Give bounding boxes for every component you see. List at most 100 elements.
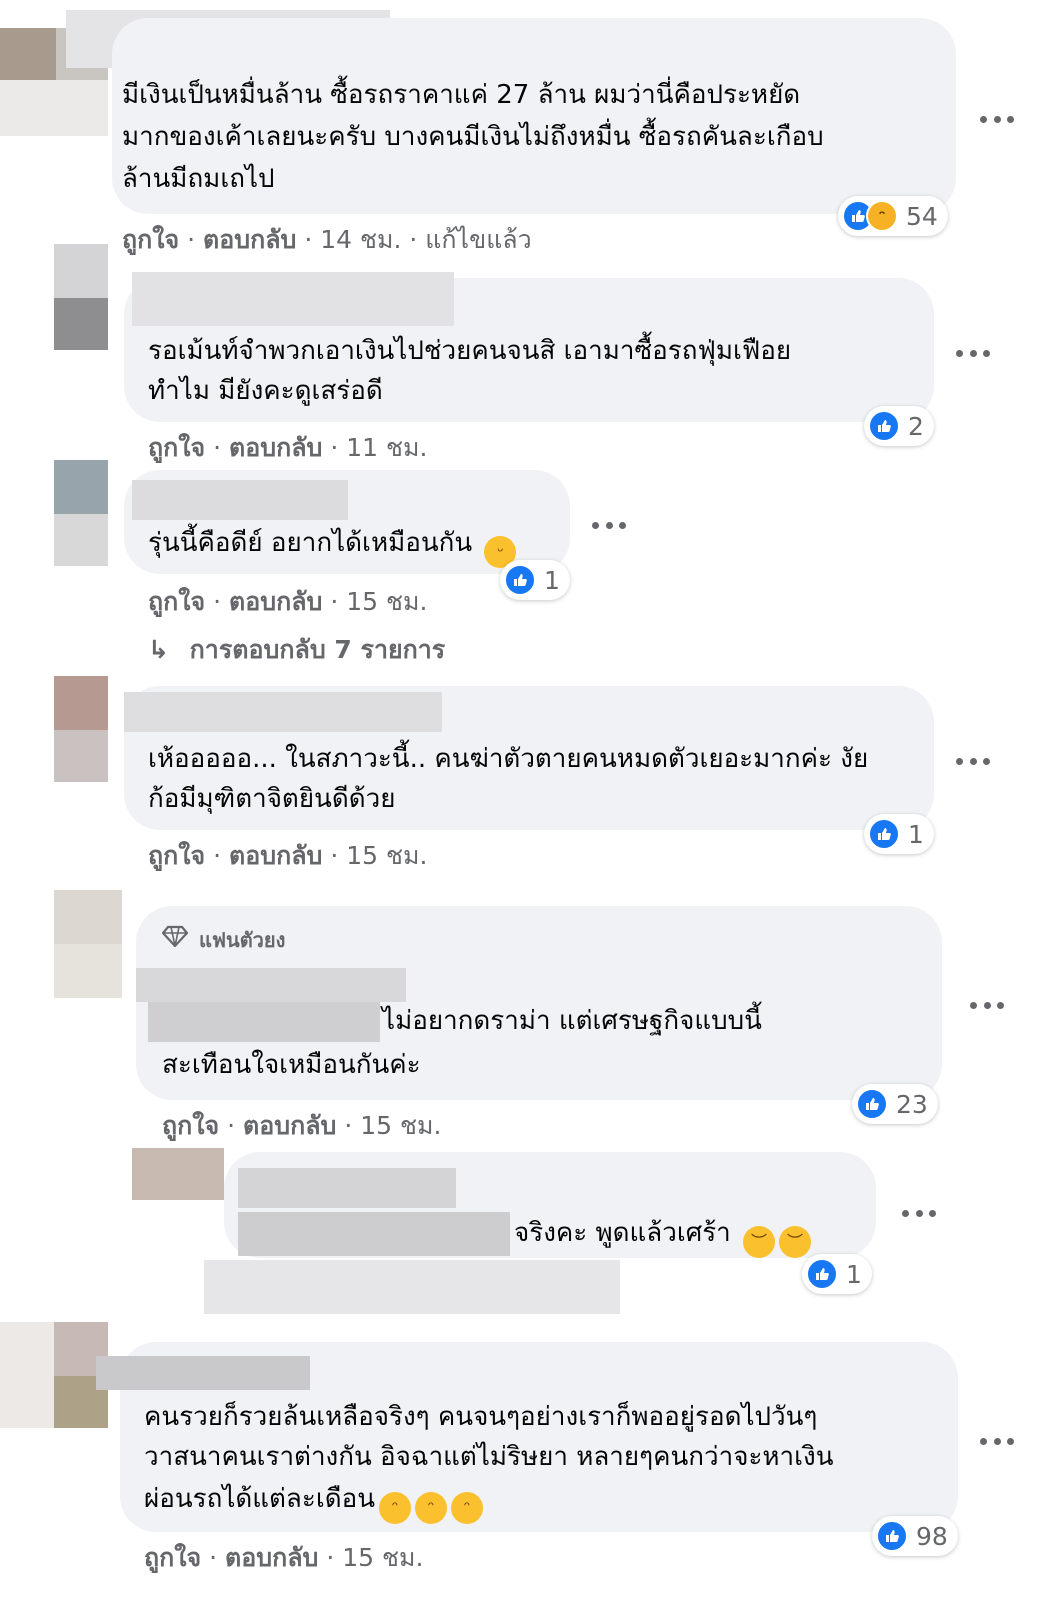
like-icon	[504, 564, 536, 596]
reaction-summary[interactable]: 2	[864, 406, 934, 446]
view-replies-link[interactable]: ↳ การตอบกลับ 7 รายการ	[148, 630, 445, 670]
comment-text: ทำไม มียังคะดูเสร่อดี	[148, 376, 383, 406]
comment-text: ไม่อยากดราม่า แต่เศรษฐกิจแบบนี้	[382, 1006, 762, 1036]
sad-emoji: ︶	[779, 1226, 812, 1258]
reply-link[interactable]: ตอบกลับ	[229, 433, 322, 462]
reaction-summary[interactable]: 98	[872, 1516, 958, 1556]
more-options-icon[interactable]	[902, 1208, 936, 1218]
comment-actions: ถูกใจ · ตอบกลับ · 15 ชม.	[148, 841, 428, 870]
reaction-summary[interactable]: 1	[864, 814, 934, 854]
reaction-summary[interactable]: 1	[802, 1254, 872, 1294]
commenter-name[interactable]	[132, 272, 454, 326]
reaction-count: 1	[846, 1259, 862, 1289]
like-icon	[876, 1520, 908, 1552]
avatar	[0, 1322, 54, 1428]
avatar[interactable]	[54, 676, 108, 730]
reaction-count: 23	[896, 1089, 928, 1119]
reaction-count: 1	[544, 565, 560, 595]
like-link[interactable]: ถูกใจ	[148, 587, 205, 616]
avatar[interactable]	[54, 890, 122, 944]
edited-label[interactable]: แก้ไขแล้ว	[425, 225, 531, 254]
commenter-name[interactable]	[124, 692, 442, 732]
avatar	[0, 80, 108, 136]
like-icon	[868, 410, 900, 442]
haha-icon: ᵔ	[866, 200, 898, 232]
reply-link[interactable]: ตอบกลับ	[225, 1543, 318, 1572]
like-link[interactable]: ถูกใจ	[162, 1111, 219, 1140]
more-options-icon[interactable]	[980, 114, 1014, 124]
blurred-text	[204, 1260, 620, 1314]
commenter-name[interactable]	[132, 480, 348, 520]
top-fan-badge[interactable]: แฟนตัวยง	[161, 924, 286, 956]
sweat-smile-emoji: ᵔ	[451, 1492, 483, 1524]
like-link[interactable]: ถูกใจ	[148, 841, 205, 870]
comment-text: ล้านมีถมเถไป	[122, 164, 275, 194]
comment-text-line: ผ่อนรถได้แต่ละเดือน	[144, 1484, 375, 1514]
like-icon	[868, 818, 900, 850]
comment-actions: ถูกใจ · ตอบกลับ · 15 ชม.	[144, 1543, 424, 1572]
avatar[interactable]	[54, 244, 108, 298]
comment-text-line: รุ่นนี้คือดีย์ อยากได้เหมือนกัน	[148, 528, 473, 558]
sad-emoji: ︶	[743, 1226, 776, 1258]
reaction-summary[interactable]: ᵔ 54	[838, 196, 948, 236]
more-options-icon[interactable]	[980, 1436, 1014, 1446]
comment-time[interactable]: 14 ชม.	[320, 225, 401, 254]
comment-actions: ถูกใจ · ตอบกลับ · 15 ชม.	[162, 1111, 442, 1140]
avatar[interactable]	[0, 28, 60, 80]
comment-text: มีเงินเป็นหมื่นล้าน ซื้อรถราคาแค่ 27 ล้า…	[122, 80, 801, 110]
commenter-name[interactable]	[148, 1002, 380, 1042]
more-options-icon[interactable]	[970, 1000, 1004, 1010]
reply-link[interactable]: ตอบกลับ	[229, 587, 322, 616]
reaction-count: 98	[916, 1521, 948, 1551]
avatar[interactable]	[54, 298, 108, 350]
comment-text: ก้อมีมุฑิตาจิตยินดีด้วย	[148, 784, 396, 814]
sweat-smile-emoji: ᵔ	[415, 1492, 447, 1524]
comment-text: วาสนาคนเราต่างกัน อิจฉาแต่ไม่ริษยา หลายๆ…	[144, 1442, 834, 1472]
avatar[interactable]	[54, 460, 108, 514]
more-options-icon[interactable]	[956, 756, 990, 766]
more-options-icon[interactable]	[956, 348, 990, 358]
avatar	[54, 730, 108, 782]
reaction-summary[interactable]: 23	[852, 1084, 938, 1124]
reaction-count: 1	[908, 819, 924, 849]
reaction-summary[interactable]: 1	[500, 560, 570, 600]
comment-text: รุ่นนี้คือดีย์ อยากได้เหมือนกัน ᵕ	[148, 522, 517, 568]
reply-link[interactable]: ตอบกลับ	[243, 1111, 336, 1140]
avatar[interactable]	[132, 1148, 224, 1200]
comment-actions: ถูกใจ · ตอบกลับ · 11 ชม.	[148, 433, 428, 462]
comment-time[interactable]: 15 ชม.	[346, 841, 427, 870]
diamond-icon	[161, 925, 189, 952]
comment-text: จริงคะ พูดแล้วเศร้า ︶ ︶	[514, 1212, 812, 1258]
reply-link[interactable]: ตอบกลับ	[229, 841, 322, 870]
commenter-name[interactable]	[136, 968, 406, 1002]
reply-arrow-icon: ↳	[148, 635, 169, 664]
reply-link[interactable]: ตอบกลับ	[203, 225, 296, 254]
reaction-count: 54	[906, 201, 938, 231]
like-icon	[806, 1258, 838, 1290]
reaction-count: 2	[908, 411, 924, 441]
comment-text: เห้อออออ... ในสภาวะนี้.. คนฆ่าตัวตายคนหม…	[148, 744, 869, 774]
comment-text: คนรวยก็รวยล้นเหลือจริงๆ คนจนๆอย่างเราก็พ…	[144, 1402, 818, 1432]
top-fan-label: แฟนตัวยง	[198, 928, 286, 952]
comment-time[interactable]: 15 ชม.	[360, 1111, 441, 1140]
comment-text: มากของเค้าเลยนะครับ บางคนมีเงินไม่ถึงหมื…	[122, 122, 824, 152]
comment-text-line: จริงคะ พูดแล้วเศร้า	[514, 1218, 731, 1248]
replies-count-label: การตอบกลับ 7 รายการ	[189, 635, 446, 664]
comment-actions: ถูกใจ · ตอบกลับ · 15 ชม.	[148, 587, 428, 616]
like-link[interactable]: ถูกใจ	[144, 1543, 201, 1572]
like-icon	[856, 1088, 888, 1120]
comment-time[interactable]: 15 ชม.	[342, 1543, 423, 1572]
like-link[interactable]: ถูกใจ	[148, 433, 205, 462]
like-link[interactable]: ถูกใจ	[122, 225, 179, 254]
avatar	[54, 514, 108, 566]
comment-time[interactable]: 11 ชม.	[346, 433, 427, 462]
commenter-name[interactable]	[238, 1212, 510, 1256]
commenter-name[interactable]	[238, 1168, 456, 1208]
comment-text: รอเม้นท์จำพวกเอาเงินไปช่วยคนจนสิ เอามาซื…	[148, 336, 792, 366]
comment-text: สะเทือนใจเหมือนกันค่ะ	[162, 1050, 421, 1080]
comment-actions: ถูกใจ · ตอบกลับ · 14 ชม. · แก้ไขแล้ว	[122, 225, 532, 254]
commenter-name[interactable]	[96, 1356, 310, 1390]
comment-time[interactable]: 15 ชม.	[346, 587, 427, 616]
more-options-icon[interactable]	[592, 520, 626, 530]
avatar	[54, 944, 122, 998]
